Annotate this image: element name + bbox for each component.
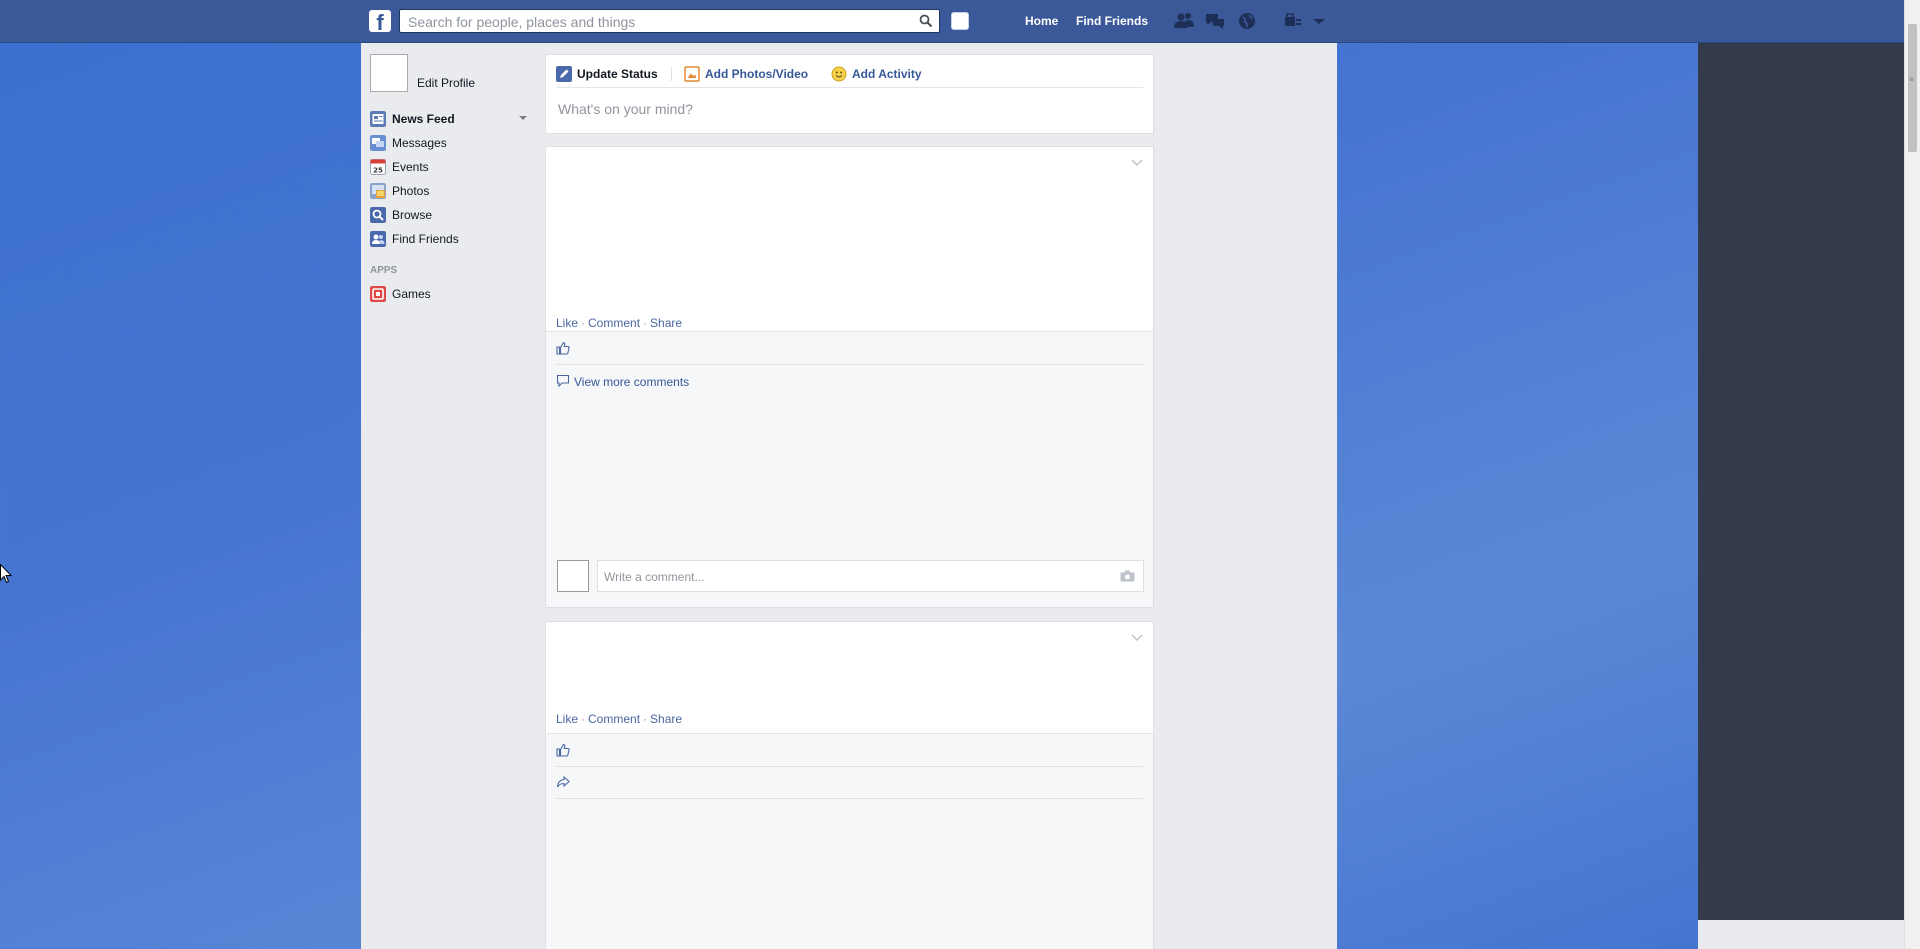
camera-icon[interactable] xyxy=(1120,570,1135,582)
sidebar-item-find-friends[interactable]: Find Friends xyxy=(370,230,530,248)
sidebar-item-photos[interactable]: Photos xyxy=(370,182,530,200)
profile-thumbnail[interactable] xyxy=(951,12,969,30)
comment-bubble-icon xyxy=(556,374,570,388)
post-options-chevron-down-icon[interactable] xyxy=(1131,159,1143,167)
share-link[interactable]: Share xyxy=(650,712,682,726)
sidebar-item-label: Browse xyxy=(392,208,433,222)
mouse-cursor-icon xyxy=(0,564,12,584)
messages-icon xyxy=(370,135,386,151)
home-link[interactable]: Home xyxy=(1025,14,1058,28)
scrollbar-thumb[interactable] xyxy=(1908,24,1917,152)
profile-picture[interactable] xyxy=(370,54,408,92)
sidebar-item-browse[interactable]: Browse xyxy=(370,206,530,224)
shares-row xyxy=(556,766,1143,799)
comment-link[interactable]: Comment xyxy=(588,712,640,726)
privacy-shortcuts-icon[interactable] xyxy=(1282,11,1304,31)
tab-label: Update Status xyxy=(577,67,658,81)
right-sidebar-footer xyxy=(1698,920,1904,949)
search-icon[interactable] xyxy=(919,14,933,28)
comment-link[interactable]: Comment xyxy=(588,316,640,330)
notifications-globe-icon[interactable] xyxy=(1236,11,1258,31)
likes-row xyxy=(556,332,1143,365)
games-icon xyxy=(370,286,386,302)
messages-jewel-icon[interactable] xyxy=(1204,11,1226,31)
smiley-icon xyxy=(831,66,847,82)
sidebar-item-label: Events xyxy=(392,160,429,174)
photo-icon xyxy=(684,66,700,82)
like-link[interactable]: Like xyxy=(556,712,578,726)
sidebar-item-messages[interactable]: Messages xyxy=(370,134,530,152)
search-box xyxy=(399,9,940,33)
sidebar-item-label: Find Friends xyxy=(392,232,459,246)
events-icon: 25 xyxy=(370,159,386,175)
tab-divider xyxy=(671,67,672,81)
apps-section-heading: APPS xyxy=(370,265,398,276)
like-link[interactable]: Like xyxy=(556,316,578,330)
thumbs-up-icon[interactable] xyxy=(556,341,570,355)
sidebar-item-events[interactable]: 25 Events xyxy=(370,158,530,176)
find-friends-icon xyxy=(370,231,386,247)
svg-text:25: 25 xyxy=(373,167,383,175)
sidebar-item-label: Photos xyxy=(392,184,430,198)
tab-label: Add Photos/Video xyxy=(705,67,809,81)
post-feedback-section xyxy=(546,733,1153,949)
feed-post: Like · Comment · Share View more comments xyxy=(545,146,1154,608)
share-link[interactable]: Share xyxy=(650,316,682,330)
post-action-links: Like · Comment · Share xyxy=(556,712,683,726)
browse-icon xyxy=(370,207,386,223)
sidebar-item-news-feed[interactable]: News Feed xyxy=(370,110,530,128)
status-composer: Update Status Add Photos/Video Add Activ… xyxy=(545,54,1154,134)
tab-label: Add Activity xyxy=(852,67,922,81)
photos-icon xyxy=(370,183,386,199)
post-action-links: Like · Comment · Share xyxy=(556,316,683,330)
pencil-icon xyxy=(556,66,572,82)
comment-box xyxy=(597,560,1144,592)
likes-row xyxy=(556,734,1143,767)
comment-input[interactable] xyxy=(602,569,1086,585)
commenter-avatar xyxy=(557,560,589,592)
composer-divider xyxy=(556,87,1143,88)
news-feed-options-caret-icon[interactable] xyxy=(519,116,527,120)
view-more-comments-row[interactable]: View more comments xyxy=(556,365,1143,397)
edit-profile-link[interactable]: Edit Profile xyxy=(417,76,475,90)
search-input[interactable] xyxy=(406,11,910,33)
friend-requests-icon[interactable] xyxy=(1173,11,1195,31)
share-arrow-icon[interactable] xyxy=(556,775,570,789)
status-input[interactable] xyxy=(556,100,1140,118)
sidebar-item-label: Games xyxy=(392,287,431,301)
page-scrollbar[interactable]: ≡ xyxy=(1904,0,1920,949)
account-menu-chevron-down-icon[interactable] xyxy=(1308,11,1330,31)
facebook-logo-icon[interactable]: f xyxy=(369,10,391,32)
scrollbar-grip-icon: ≡ xyxy=(1909,75,1914,84)
sidebar-item-games[interactable]: Games xyxy=(370,285,530,303)
post-options-chevron-down-icon[interactable] xyxy=(1131,634,1143,642)
find-friends-link[interactable]: Find Friends xyxy=(1076,14,1148,28)
top-navigation-bar: f Home Find Friends xyxy=(0,0,1904,43)
view-more-comments-link[interactable]: View more comments xyxy=(574,375,689,389)
post-feedback-section: View more comments xyxy=(546,331,1153,607)
sidebar-item-label: News Feed xyxy=(392,112,455,126)
right-sidebar-panel xyxy=(1698,43,1904,920)
news-feed-icon xyxy=(370,111,386,127)
thumbs-up-icon[interactable] xyxy=(556,743,570,757)
feed-post: Like · Comment · Share xyxy=(545,621,1154,949)
sidebar-item-label: Messages xyxy=(392,136,447,150)
